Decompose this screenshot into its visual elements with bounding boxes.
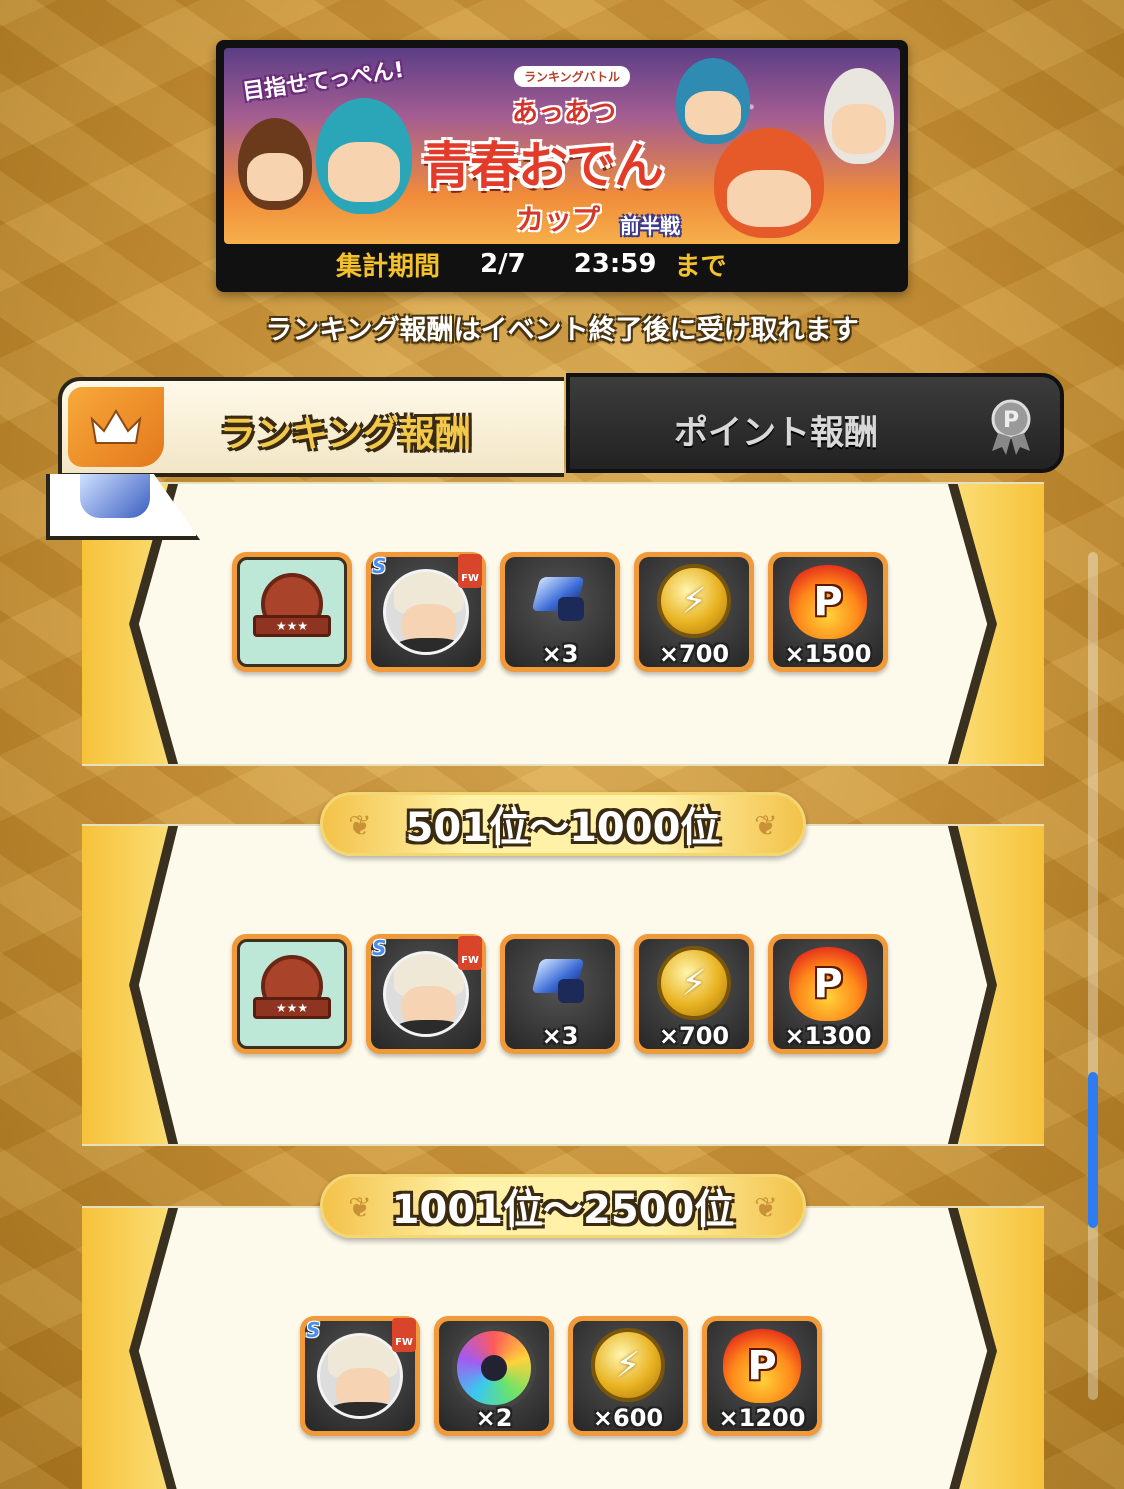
banner-half: 前半戦 [620, 214, 680, 238]
emblem-icon: ★★★ [253, 573, 331, 651]
p-flame-icon: P [789, 943, 867, 1021]
reward-quantity: ×600 [592, 1404, 664, 1432]
rank-range-label: ❦ 501位〜1000位 ❦ [320, 792, 806, 856]
character-illustration [714, 128, 824, 238]
position-badge: FW [458, 554, 482, 588]
banner-battle-label: ランキングバトル [514, 66, 631, 87]
reward-quantity: ×3 [541, 640, 579, 668]
banner-cup: カップ [516, 203, 601, 236]
reward-item-emblem[interactable]: ★★★ [232, 552, 352, 672]
reward-item-point[interactable]: P ×1500 [768, 552, 888, 672]
banner-artwork: 目指せてっぺん! ランキングバトル あっあつ 青春おでん カップ 前半戦 [224, 48, 900, 244]
reward-item-player[interactable]: S FW [366, 552, 486, 672]
reward-list: ★★★ S FW ×3 ⚡ ×700 P ×1300 [232, 934, 888, 1054]
banner-subtitle: あっあつ [512, 98, 617, 128]
tab-ranking-reward[interactable]: ランキング報酬 [58, 377, 564, 477]
reward-item-point[interactable]: P ×1300 [768, 934, 888, 1054]
character-illustration [824, 68, 894, 164]
gem-icon [531, 571, 588, 627]
aggregation-period: 集計期間 2/7 23:59 まで [224, 244, 900, 284]
rank-range-text: 1001位〜2500位 [391, 1187, 735, 1233]
tab-point-reward[interactable]: ポイント報酬 P [566, 373, 1064, 473]
rank-range-text: 501位〜1000位 [405, 805, 721, 851]
reward-list: ★★★ S FW ×3 ⚡ ×700 P ×1500 [232, 552, 888, 672]
reward-item-gem[interactable]: ×3 [500, 552, 620, 672]
reward-list: S FW ×2 ⚡ ×600 P ×1200 [300, 1316, 822, 1436]
laurel-icon: ❦ [754, 809, 778, 842]
emblem-icon: ★★★ [253, 955, 331, 1033]
scrollbar-track[interactable] [1088, 552, 1098, 1400]
period-label: 集計期間 [336, 251, 441, 282]
crown-icon [68, 387, 164, 467]
period-date: 2/7 [480, 249, 526, 279]
player-card-icon [383, 951, 469, 1037]
reward-tabs: ランキング報酬 ポイント報酬 P [58, 373, 1064, 477]
reward-item-emblem[interactable]: ★★★ [232, 934, 352, 1054]
rank-range-label: ❦ 1001位〜2500位 ❦ [320, 1174, 806, 1238]
rank-reward-panel: ★★★ S FW ×3 ⚡ ×700 P ×1300 [82, 824, 1044, 1146]
rank-reward-panel: S FW ×2 ⚡ ×600 P ×1200 [82, 1206, 1044, 1489]
character-illustration [316, 98, 412, 214]
reward-item-coin[interactable]: ⚡ ×700 [634, 552, 754, 672]
reward-item-point[interactable]: P ×1200 [702, 1316, 822, 1436]
tab-ranking-label: ランキング報酬 [220, 414, 471, 455]
reward-quantity: ×1300 [784, 1022, 872, 1050]
lightning-coin-icon: ⚡ [591, 1328, 665, 1402]
reward-item-wheel[interactable]: ×2 [434, 1316, 554, 1436]
reward-item-coin[interactable]: ⚡ ×700 [634, 934, 754, 1054]
reward-quantity: ×700 [658, 1022, 730, 1050]
gem-icon [531, 953, 588, 1009]
banner-title: 青春おでん [422, 137, 664, 195]
period-time: 23:59 [573, 249, 657, 279]
svg-text:P: P [1003, 408, 1019, 433]
p-flame-icon: P [723, 1325, 801, 1403]
lightning-coin-icon: ⚡ [657, 946, 731, 1020]
p-flame-icon: P [789, 561, 867, 639]
laurel-icon: ❦ [348, 809, 372, 842]
period-until: まで [674, 251, 727, 282]
reward-quantity: ×1200 [718, 1404, 806, 1432]
lightning-coin-icon: ⚡ [657, 564, 731, 638]
reward-notice: ランキング報酬はイベント終了後に受け取れます [265, 315, 859, 346]
player-card-icon [383, 569, 469, 655]
rarity-badge: S [372, 936, 387, 960]
reward-quantity: ×2 [475, 1404, 513, 1432]
event-banner[interactable]: 目指せてっぺん! ランキングバトル あっあつ 青春おでん カップ 前半戦 集計期… [216, 40, 908, 292]
reward-quantity: ×1500 [784, 640, 872, 668]
scrollbar-thumb[interactable] [1088, 1072, 1098, 1228]
character-illustration [238, 118, 312, 210]
rank-reward-panel: ★★★ S FW ×3 ⚡ ×700 P ×1500 [82, 482, 1044, 766]
laurel-icon: ❦ [754, 1191, 778, 1224]
player-card-icon [317, 1333, 403, 1419]
reward-item-player[interactable]: S FW [300, 1316, 420, 1436]
point-medal-icon: P [984, 397, 1038, 455]
reward-item-gem[interactable]: ×3 [500, 934, 620, 1054]
position-badge: FW [458, 936, 482, 970]
rarity-badge: S [372, 554, 387, 578]
tab-point-label: ポイント報酬 [674, 413, 878, 453]
reward-quantity: ×3 [541, 1022, 579, 1050]
reward-item-player[interactable]: S FW [366, 934, 486, 1054]
rarity-badge: S [306, 1318, 321, 1342]
reward-quantity: ×700 [658, 640, 730, 668]
laurel-icon: ❦ [348, 1191, 372, 1224]
position-badge: FW [392, 1318, 416, 1352]
character-illustration [676, 58, 750, 144]
rainbow-wheel-icon [452, 1326, 536, 1410]
reward-item-coin[interactable]: ⚡ ×600 [568, 1316, 688, 1436]
